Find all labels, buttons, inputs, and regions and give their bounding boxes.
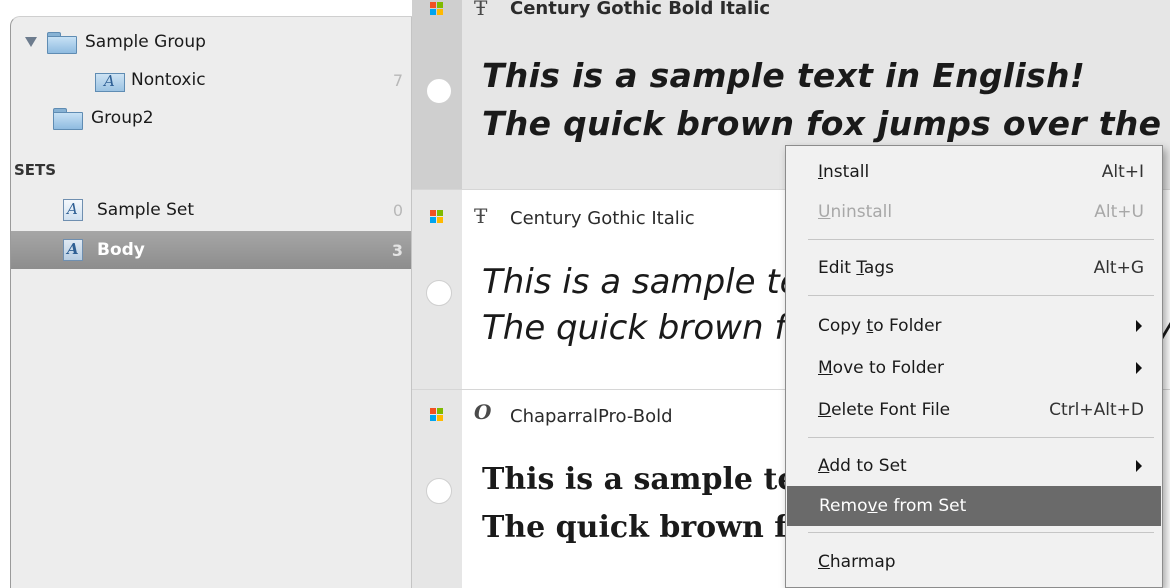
- item-count: 3: [391, 240, 403, 260]
- shortcut: Alt+G: [1093, 258, 1144, 278]
- sidebar-group-group2[interactable]: Group2: [11, 99, 411, 137]
- font-select-radio[interactable]: [426, 280, 452, 306]
- expand-triangle-icon[interactable]: [25, 37, 37, 47]
- item-count: 7: [392, 70, 403, 90]
- menu-item-uninstall[interactable]: Uninstall Alt+U: [786, 192, 1162, 232]
- opentype-icon: O: [474, 400, 492, 424]
- windows-logo-icon: [430, 2, 444, 16]
- font-name: Century Gothic Italic: [510, 208, 695, 229]
- windows-logo-icon: [430, 210, 444, 224]
- group-label: Group2: [91, 108, 154, 128]
- shortcut: Alt+U: [1094, 202, 1144, 222]
- submenu-arrow-icon: [1136, 460, 1142, 472]
- sidebar-group-sample-group[interactable]: Sample Group: [11, 23, 411, 61]
- font-select-radio[interactable]: [426, 478, 452, 504]
- folder-icon: [47, 31, 77, 54]
- sidebar-set-body[interactable]: A Body 3: [11, 231, 411, 269]
- sets-section-header: SETS: [14, 161, 57, 179]
- set-label: Sample Set: [97, 200, 195, 220]
- context-menu: Install Alt+I Uninstall Alt+U Edit Tags …: [785, 145, 1163, 588]
- sidebar-set-sample-set[interactable]: A Sample Set 0: [11, 191, 411, 229]
- menu-item-add-to-set[interactable]: Add to Set: [786, 446, 1162, 486]
- item-count: 0: [392, 200, 403, 220]
- menu-separator: [808, 239, 1154, 240]
- font-set-icon: A: [63, 199, 83, 221]
- flag-quadrant: [430, 2, 436, 8]
- folder-icon: [53, 107, 83, 130]
- sidebar-group-nontoxic[interactable]: A Nontoxic 7: [11, 61, 411, 99]
- group-label: Sample Group: [85, 32, 206, 52]
- font-set-icon: A: [63, 239, 83, 261]
- menu-item-edit-tags[interactable]: Edit Tags Alt+G: [786, 248, 1162, 288]
- menu-separator: [808, 437, 1154, 438]
- font-select-radio[interactable]: [426, 78, 452, 104]
- font-folder-icon: A: [95, 70, 125, 92]
- windows-logo-icon: [430, 408, 444, 422]
- menu-item-charmap[interactable]: Charmap: [786, 542, 1162, 582]
- menu-item-move-to-folder[interactable]: Move to Folder: [786, 348, 1162, 388]
- font-sample-line: The quick brown fox jumps over the lazy …: [482, 104, 1170, 143]
- truetype-icon: Ŧ: [474, 0, 488, 20]
- submenu-arrow-icon: [1136, 320, 1142, 332]
- group-label: Nontoxic: [131, 70, 206, 90]
- sidebar: Sample Group A Nontoxic 7 Group2 SETS A …: [10, 16, 412, 588]
- set-label: Body: [97, 240, 145, 260]
- font-sample-line: This is a sample text in English!: [482, 56, 1086, 95]
- truetype-icon: Ŧ: [474, 204, 488, 228]
- shortcut: Alt+I: [1101, 162, 1144, 182]
- menu-item-copy-to-folder[interactable]: Copy to Folder: [786, 306, 1162, 346]
- menu-item-install[interactable]: Install Alt+I: [786, 152, 1162, 192]
- font-manager-window: Sample Group A Nontoxic 7 Group2 SETS A …: [0, 0, 1170, 588]
- menu-separator: [808, 532, 1154, 533]
- menu-separator: [808, 295, 1154, 296]
- font-name: ChaparralPro-Bold: [510, 406, 673, 427]
- menu-item-delete-font-file[interactable]: Delete Font File Ctrl+Alt+D: [786, 390, 1162, 430]
- submenu-arrow-icon: [1136, 362, 1142, 374]
- menu-item-remove-from-set[interactable]: Remove from Set: [787, 486, 1161, 526]
- shortcut: Ctrl+Alt+D: [1049, 400, 1144, 420]
- font-name: Century Gothic Bold Italic: [510, 0, 771, 19]
